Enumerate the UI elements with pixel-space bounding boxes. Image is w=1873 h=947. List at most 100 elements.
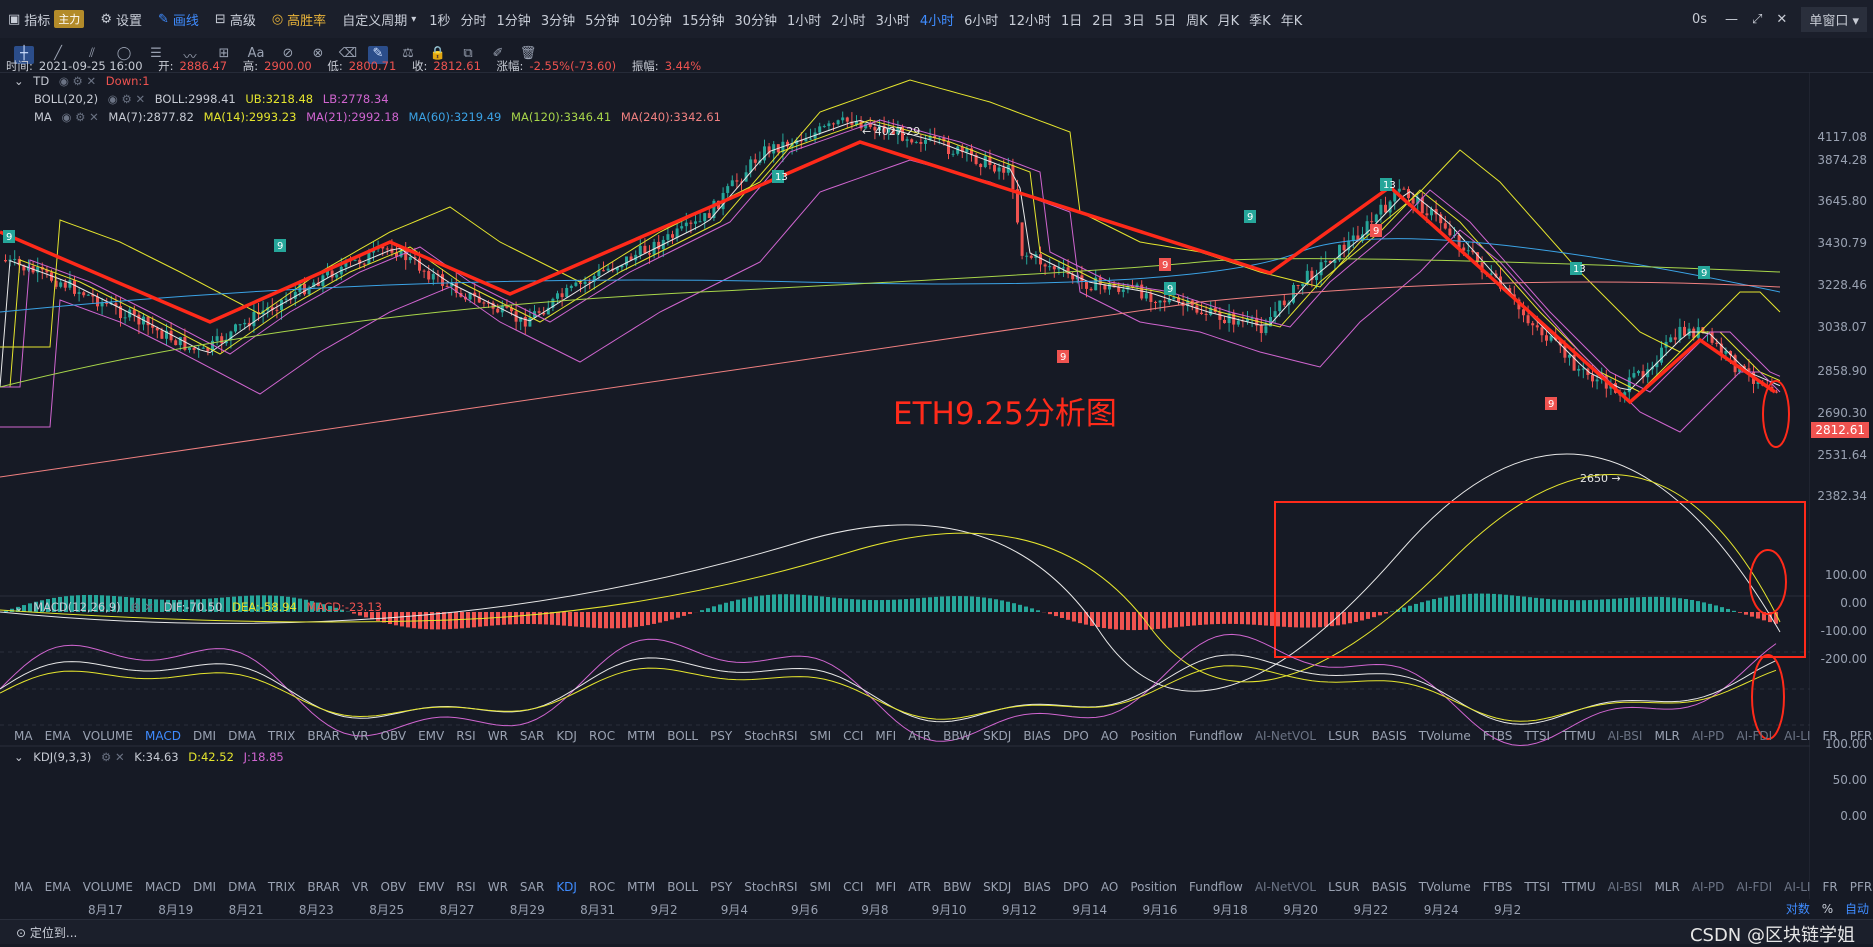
indicator-tab-32[interactable]: LSUR bbox=[1328, 729, 1359, 743]
indicator-tab-26[interactable]: BIAS bbox=[1023, 729, 1051, 743]
period-18[interactable]: 周K bbox=[1181, 10, 1213, 29]
indicator-tab-12[interactable]: WR bbox=[488, 880, 508, 894]
indicator-tab-20[interactable]: SMI bbox=[810, 729, 832, 743]
period-15[interactable]: 2日 bbox=[1087, 10, 1118, 29]
macd-controls-icon[interactable]: ⚙ ✕ bbox=[130, 600, 154, 614]
indicator-tab-38[interactable]: AI-BSI bbox=[1608, 880, 1643, 894]
indicator-tab-42[interactable]: AI-LI bbox=[1784, 729, 1810, 743]
indicator-tab-18[interactable]: PSY bbox=[710, 729, 732, 743]
indicator-tab-29[interactable]: Position bbox=[1130, 729, 1177, 743]
indicator-tab-19[interactable]: StochRSI bbox=[744, 729, 797, 743]
indicator-tab-15[interactable]: ROC bbox=[589, 880, 615, 894]
indicator-tab-11[interactable]: RSI bbox=[456, 729, 476, 743]
indicator-tab-1[interactable]: EMA bbox=[45, 729, 71, 743]
period-19[interactable]: 月K bbox=[1213, 10, 1245, 29]
indicator-tab-27[interactable]: DPO bbox=[1063, 729, 1089, 743]
indicator-tab-38[interactable]: AI-BSI bbox=[1608, 729, 1643, 743]
indicator-tab-8[interactable]: VR bbox=[352, 729, 369, 743]
period-11[interactable]: 4小时 bbox=[915, 10, 959, 29]
indicator-tab-13[interactable]: SAR bbox=[520, 729, 544, 743]
indicator-button[interactable]: ▣ 指标 主力 bbox=[0, 0, 92, 38]
indicator-tab-6[interactable]: TRIX bbox=[268, 880, 295, 894]
indicator-tab-16[interactable]: MTM bbox=[627, 729, 655, 743]
indicator-tab-18[interactable]: PSY bbox=[710, 880, 732, 894]
indicator-tab-31[interactable]: AI-NetVOL bbox=[1255, 729, 1316, 743]
indicator-tab-17[interactable]: BOLL bbox=[667, 880, 698, 894]
indicator-tab-36[interactable]: TTSI bbox=[1524, 729, 1550, 743]
indicator-tab-16[interactable]: MTM bbox=[627, 880, 655, 894]
indicator-tab-13[interactable]: SAR bbox=[520, 880, 544, 894]
indicator-tab-0[interactable]: MA bbox=[14, 880, 33, 894]
indicator-tab-22[interactable]: MFI bbox=[875, 729, 896, 743]
indicator-tab-14[interactable]: KDJ bbox=[556, 729, 577, 743]
indicator-tab-37[interactable]: TTMU bbox=[1562, 729, 1596, 743]
indicator-tab-23[interactable]: ATR bbox=[908, 880, 931, 894]
indicator-tab-9[interactable]: OBV bbox=[381, 880, 407, 894]
indicator-tab-35[interactable]: FTBS bbox=[1483, 880, 1513, 894]
indicator-tab-34[interactable]: TVolume bbox=[1419, 880, 1471, 894]
indicator-tab-36[interactable]: TTSI bbox=[1524, 880, 1550, 894]
indicator-tab-27[interactable]: DPO bbox=[1063, 880, 1089, 894]
period-5[interactable]: 10分钟 bbox=[624, 10, 677, 29]
indicator-tab-3[interactable]: MACD bbox=[145, 729, 181, 743]
indicator-tab-37[interactable]: TTMU bbox=[1562, 880, 1596, 894]
indicator-tab-8[interactable]: VR bbox=[352, 880, 369, 894]
indicator-tab-31[interactable]: AI-NetVOL bbox=[1255, 880, 1316, 894]
indicator-tab-4[interactable]: DMI bbox=[193, 729, 216, 743]
indicator-tab-40[interactable]: AI-PD bbox=[1692, 729, 1725, 743]
period-21[interactable]: 年K bbox=[1276, 10, 1308, 29]
price-axis[interactable]: 4117.083874.283645.803430.793228.463038.… bbox=[1810, 72, 1873, 907]
indicator-tab-35[interactable]: FTBS bbox=[1483, 729, 1513, 743]
indicator-tab-15[interactable]: ROC bbox=[589, 729, 615, 743]
indicator-tab-21[interactable]: CCI bbox=[843, 729, 863, 743]
indicator-tab-30[interactable]: Fundflow bbox=[1189, 880, 1243, 894]
indicator-tab-4[interactable]: DMI bbox=[193, 880, 216, 894]
indicator-tab-5[interactable]: DMA bbox=[228, 880, 256, 894]
advanced-button[interactable]: ⊟ 高级 bbox=[207, 0, 264, 38]
draw-button[interactable]: ✎ 画线 bbox=[150, 0, 207, 38]
indicator-tab-9[interactable]: OBV bbox=[381, 729, 407, 743]
indicator-tab-2[interactable]: VOLUME bbox=[83, 880, 133, 894]
period-1[interactable]: 分时 bbox=[456, 10, 492, 29]
indicator-tab-39[interactable]: MLR bbox=[1654, 880, 1679, 894]
indicator-tab-33[interactable]: BASIS bbox=[1372, 880, 1407, 894]
indicator-tab-12[interactable]: WR bbox=[488, 729, 508, 743]
indicator-tab-32[interactable]: LSUR bbox=[1328, 880, 1359, 894]
indicator-tab-5[interactable]: DMA bbox=[228, 729, 256, 743]
indicator-tab-0[interactable]: MA bbox=[14, 729, 33, 743]
indicator-tab-21[interactable]: CCI bbox=[843, 880, 863, 894]
indicator-tab-1[interactable]: EMA bbox=[45, 880, 71, 894]
fullscreen-icon[interactable]: ⤢ bbox=[1752, 12, 1762, 27]
close-icon[interactable]: ✕ bbox=[1776, 12, 1787, 27]
indicator-tab-34[interactable]: TVolume bbox=[1419, 729, 1471, 743]
indicator-tab-3[interactable]: MACD bbox=[145, 880, 181, 894]
period-7[interactable]: 30分钟 bbox=[729, 10, 782, 29]
indicator-tab-19[interactable]: StochRSI bbox=[744, 880, 797, 894]
period-6[interactable]: 15分钟 bbox=[677, 10, 730, 29]
collapse-icon[interactable]: ⌄ bbox=[14, 74, 24, 88]
indicator-tab-22[interactable]: MFI bbox=[875, 880, 896, 894]
log-toggle[interactable]: 对数 bbox=[1786, 902, 1810, 916]
indicator-tab-33[interactable]: BASIS bbox=[1372, 729, 1407, 743]
boll-controls-icon[interactable]: ◉ ⚙ ✕ bbox=[108, 92, 145, 106]
indicator-tab-41[interactable]: AI-FDI bbox=[1736, 729, 1772, 743]
indicator-tab-10[interactable]: EMV bbox=[418, 880, 444, 894]
indicator-tab-11[interactable]: RSI bbox=[456, 880, 476, 894]
period-8[interactable]: 1小时 bbox=[782, 10, 826, 29]
locate-button[interactable]: ⊙ 定位到... bbox=[16, 924, 77, 941]
period-3[interactable]: 3分钟 bbox=[536, 10, 580, 29]
chart-area[interactable]: ← 4027.292650 →991399913999139 bbox=[0, 72, 1810, 899]
indicator-tab-28[interactable]: AO bbox=[1101, 880, 1118, 894]
auto-toggle[interactable]: 自动 bbox=[1845, 902, 1869, 916]
indicator-tab-39[interactable]: MLR bbox=[1654, 729, 1679, 743]
window-mode-dropdown[interactable]: 单窗口 ▾ bbox=[1801, 7, 1867, 32]
settings-button[interactable]: ⚙ 设置 bbox=[92, 0, 150, 38]
indicator-tab-29[interactable]: Position bbox=[1130, 880, 1177, 894]
period-2[interactable]: 1分钟 bbox=[492, 10, 536, 29]
minimize-icon[interactable]: — bbox=[1725, 12, 1738, 27]
ma-controls-icon[interactable]: ◉ ⚙ ✕ bbox=[61, 110, 98, 124]
indicator-tab-28[interactable]: AO bbox=[1101, 729, 1118, 743]
indicator-tab-24[interactable]: BBW bbox=[943, 880, 971, 894]
indicator-tab-41[interactable]: AI-FDI bbox=[1736, 880, 1772, 894]
indicator-tab-14[interactable]: KDJ bbox=[556, 880, 577, 894]
